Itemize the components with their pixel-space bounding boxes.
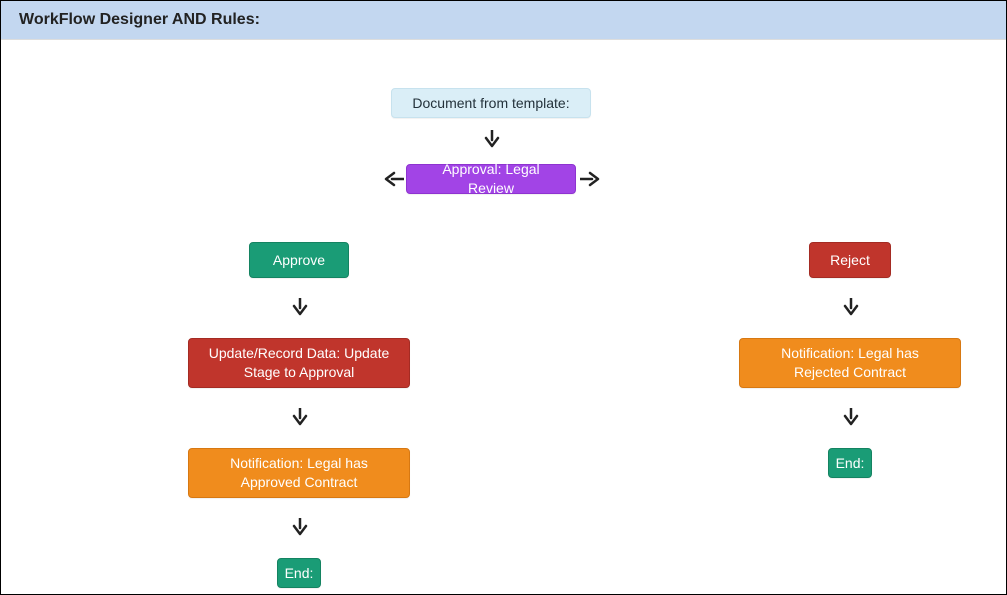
node-label: End: — [836, 454, 865, 473]
node-label: Approve — [273, 251, 325, 270]
node-label: Approval: Legal Review — [421, 160, 561, 198]
node-label: Notification: Legal has Approved Contrac… — [203, 454, 395, 492]
node-reject[interactable]: Reject — [809, 242, 891, 278]
workflow-designer: WorkFlow Designer AND Rules: Document fr… — [0, 0, 1007, 595]
arrow-down-icon — [481, 130, 503, 148]
node-approval-legal-review[interactable]: Approval: Legal Review — [406, 164, 576, 194]
node-end-left[interactable]: End: — [277, 558, 321, 588]
arrow-right-icon — [579, 170, 601, 188]
workflow-canvas[interactable]: Document from template: Approval: Legal … — [1, 40, 1006, 593]
node-label: End: — [285, 564, 314, 583]
arrow-left-icon — [383, 170, 405, 188]
node-end-right[interactable]: End: — [828, 448, 872, 478]
arrow-down-icon — [840, 408, 862, 426]
arrow-down-icon — [840, 298, 862, 316]
arrow-down-icon — [289, 298, 311, 316]
page-title: WorkFlow Designer AND Rules: — [1, 1, 1006, 40]
node-label: Update/Record Data: Update Stage to Appr… — [203, 344, 395, 382]
node-label: Document from template: — [412, 94, 569, 113]
arrow-down-icon — [289, 518, 311, 536]
node-label: Notification: Legal has Rejected Contrac… — [754, 344, 946, 382]
node-notification-rejected[interactable]: Notification: Legal has Rejected Contrac… — [739, 338, 961, 388]
node-notification-approved[interactable]: Notification: Legal has Approved Contrac… — [188, 448, 410, 498]
node-approve[interactable]: Approve — [249, 242, 349, 278]
node-label: Reject — [830, 251, 870, 270]
node-update-record-data[interactable]: Update/Record Data: Update Stage to Appr… — [188, 338, 410, 388]
node-document-template[interactable]: Document from template: — [391, 88, 591, 118]
arrow-down-icon — [289, 408, 311, 426]
